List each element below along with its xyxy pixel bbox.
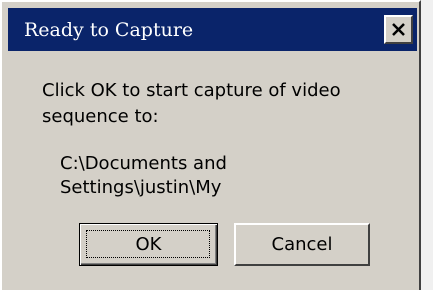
window-title: Ready to Capture: [24, 19, 194, 41]
path-line-1: C:\Documents and: [60, 153, 227, 174]
focus-rectangle: [86, 230, 210, 258]
message-line-1: Click OK to start capture of video: [42, 80, 341, 101]
capture-dialog: Ready to Capture Click OK to start captu…: [0, 0, 421, 290]
ok-button[interactable]: OK: [79, 223, 218, 266]
close-x-icon: [392, 23, 405, 36]
path-line-2: Settings\justin\My: [60, 177, 222, 198]
cancel-button[interactable]: Cancel: [234, 223, 370, 266]
title-bar[interactable]: Ready to Capture: [8, 8, 417, 51]
dialog-message: Click OK to start capture of video seque…: [42, 78, 392, 130]
capture-path: C:\Documents and Settings\justin\My: [60, 152, 360, 200]
cancel-button-label: Cancel: [271, 234, 333, 255]
background-edge: [421, 0, 433, 290]
close-button[interactable]: [384, 15, 413, 44]
message-line-2: sequence to:: [42, 106, 159, 127]
